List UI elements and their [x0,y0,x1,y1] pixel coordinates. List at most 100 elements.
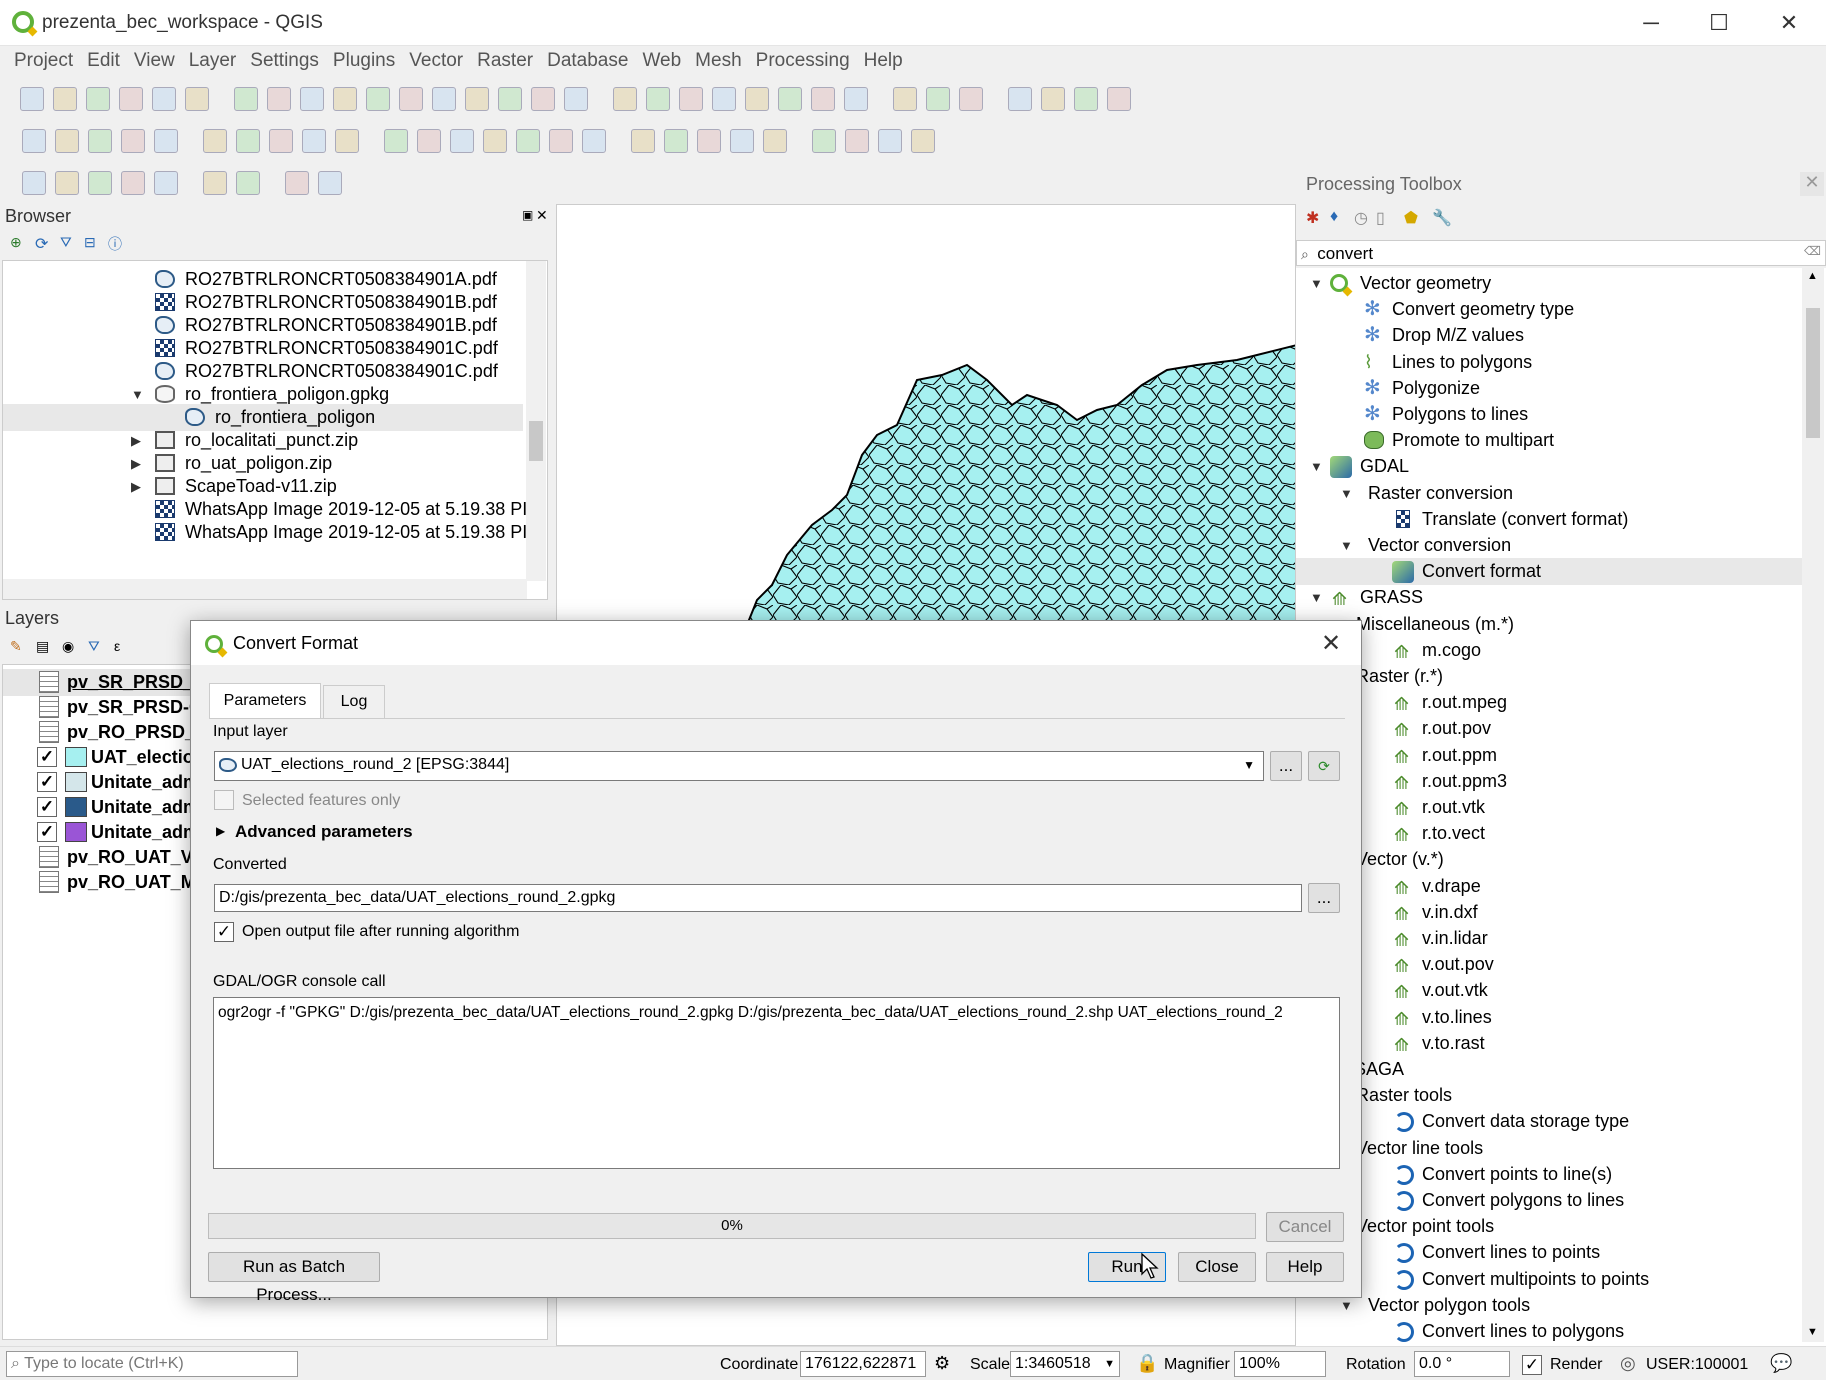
menu-mesh[interactable]: Mesh [688,46,748,72]
menu-settings[interactable]: Settings [243,46,326,72]
menu-database[interactable]: Database [540,46,635,72]
toolbox-tree-item[interactable]: ⟰ r.out.vtk [1296,794,1802,821]
tb1-tool-icon-31[interactable] [1107,87,1131,111]
tb1-tool-icon-20[interactable] [712,87,736,111]
group-icon[interactable]: ▤ [36,638,49,655]
tb1-tool-icon-11[interactable] [399,87,423,111]
tb1-tool-icon-7[interactable] [267,87,291,111]
tb1-tool-icon-6[interactable] [234,87,258,111]
expand-arrow-icon[interactable]: ▶ [216,824,225,838]
layer-visibility-checkbox[interactable]: ✓ [37,797,57,817]
toolbox-scroll-thumb[interactable] [1806,308,1820,438]
edit-features-icon[interactable]: ⬟ [1404,208,1418,228]
tb1-tool-icon-28[interactable] [1008,87,1032,111]
tb3-tool-icon-6[interactable] [236,171,260,195]
toolbox-tree-item[interactable]: ⟰ r.to.vect [1296,820,1802,847]
tb2-tool-icon-20[interactable] [730,129,754,153]
menu-plugins[interactable]: Plugins [326,46,402,72]
toolbox-tree-item[interactable]: Vector (v.*) [1296,846,1802,873]
tb3-tool-icon-3[interactable] [121,171,145,195]
toolbox-tree-item[interactable]: ▼ ⟰ GRASS [1296,584,1802,611]
rotation-spinbox[interactable]: 0.0 ° [1414,1351,1510,1377]
tb1-tool-icon-18[interactable] [646,87,670,111]
chevron-down-icon[interactable]: ▼ [1310,270,1323,297]
tb2-tool-icon-6[interactable] [236,129,260,153]
tb2-tool-icon-17[interactable] [631,129,655,153]
messages-icon[interactable]: 💬 [1770,1353,1792,1374]
advanced-parameters-toggle[interactable]: Advanced parameters [235,822,413,842]
tb2-tool-icon-15[interactable] [549,129,573,153]
toolbox-tree-item[interactable]: ⟰ v.in.lidar [1296,925,1802,952]
tb1-tool-icon-16[interactable] [564,87,588,111]
toolbox-tree-item[interactable]: ▼ Vector conversion [1296,532,1802,559]
tb2-tool-icon-5[interactable] [203,129,227,153]
menu-view[interactable]: View [127,46,182,72]
filter-legend-icon[interactable]: ⛛ [88,638,100,655]
collapse-icon[interactable]: ⊟ [84,234,96,251]
toolbox-tree-item[interactable]: ⟰ v.to.rast [1296,1030,1802,1057]
tb1-tool-icon-12[interactable] [432,87,456,111]
tb3-tool-icon-7[interactable] [285,171,309,195]
layer-visibility-checkbox[interactable]: ✓ [37,822,57,842]
tb2-tool-icon-19[interactable] [697,129,721,153]
browser-hscrollbar[interactable] [3,579,527,599]
iterate-icon[interactable]: ⟳ [1308,751,1340,781]
toolbox-tree-item[interactable]: Convert lines to polygons [1296,1318,1802,1345]
tb2-tool-icon-1[interactable] [55,129,79,153]
toolbox-tree-item[interactable]: ⟰ r.out.ppm [1296,742,1802,769]
tb1-tool-icon-27[interactable] [959,87,983,111]
tb2-tool-icon-14[interactable] [516,129,540,153]
toolbox-tree-item[interactable]: Translate (convert format) [1296,506,1802,533]
menu-project[interactable]: Project [7,46,80,72]
scale-combobox[interactable]: 1:3460518 ▼ [1010,1351,1120,1377]
menu-vector[interactable]: Vector [402,46,470,72]
tb1-tool-icon-4[interactable] [152,87,176,111]
menu-help[interactable]: Help [857,46,910,72]
scroll-up-icon[interactable]: ▲ [1807,270,1818,282]
lock-icon[interactable]: 🔒 [1136,1353,1158,1374]
browser-scrollbar[interactable] [526,261,546,581]
tb1-tool-icon-10[interactable] [366,87,390,111]
toolbox-tree-item[interactable]: ⌇ Lines to polygons [1296,349,1802,376]
tb2-tool-icon-2[interactable] [88,129,112,153]
tb2-tool-icon-8[interactable] [302,129,326,153]
tb1-tool-icon-21[interactable] [745,87,769,111]
render-checkbox[interactable]: ✓ [1522,1355,1542,1375]
toolbox-tree-item[interactable]: ⟰ v.out.vtk [1296,977,1802,1004]
tb2-tool-icon-21[interactable] [763,129,787,153]
close-window-button[interactable]: ✕ [1764,8,1814,38]
chevron-down-icon[interactable]: ▼ [1310,584,1323,611]
tb2-tool-icon-4[interactable] [154,129,178,153]
crs-globe-icon[interactable]: ◎ [1620,1353,1636,1374]
tb2-tool-icon-0[interactable] [22,129,46,153]
minimize-button[interactable]: ─ [1626,8,1676,38]
tb2-tool-icon-22[interactable] [812,129,836,153]
toolbox-tree-item[interactable]: Vector line tools [1296,1135,1802,1162]
clear-search-icon[interactable]: ⌫ [1804,244,1821,258]
tb1-tool-icon-5[interactable] [185,87,209,111]
visibility-icon[interactable]: ◉ [62,638,74,655]
toolbox-tree-item[interactable]: ⟰ r.out.mpeg [1296,689,1802,716]
converted-output-field[interactable]: D:/gis/prezenta_bec_data/UAT_elections_r… [214,884,1302,912]
tb1-tool-icon-23[interactable] [811,87,835,111]
run-batch-button[interactable]: Run as Batch Process... [208,1252,380,1304]
toolbox-tree-item[interactable]: Convert data storage type [1296,1108,1802,1135]
tb1-tool-icon-14[interactable] [498,87,522,111]
toolbox-tree-item[interactable]: Promote to multipart [1296,427,1802,454]
tb2-tool-icon-10[interactable] [384,129,408,153]
tb2-tool-icon-18[interactable] [664,129,688,153]
layer-visibility-checkbox[interactable]: ✓ [37,747,57,767]
tb3-tool-icon-0[interactable] [22,171,46,195]
cancel-button[interactable]: Cancel [1266,1212,1344,1242]
toolbox-tree-item[interactable]: ▼ Vector geometry [1296,270,1802,297]
menu-processing[interactable]: Processing [749,46,857,72]
chevron-down-icon[interactable]: ▼ [1340,532,1353,559]
menu-raster[interactable]: Raster [470,46,540,72]
toolbox-tree-item[interactable]: ⟰ v.in.dxf [1296,899,1802,926]
tb2-tool-icon-25[interactable] [911,129,935,153]
add-layer-icon[interactable]: ⊕ [10,234,22,251]
toolbox-tree-item[interactable]: Convert polygons to lines [1296,1187,1802,1214]
float-icon[interactable]: ▣ [522,208,533,222]
tb3-tool-icon-1[interactable] [55,171,79,195]
toolbox-tree-item[interactable]: Vector point tools [1296,1213,1802,1240]
